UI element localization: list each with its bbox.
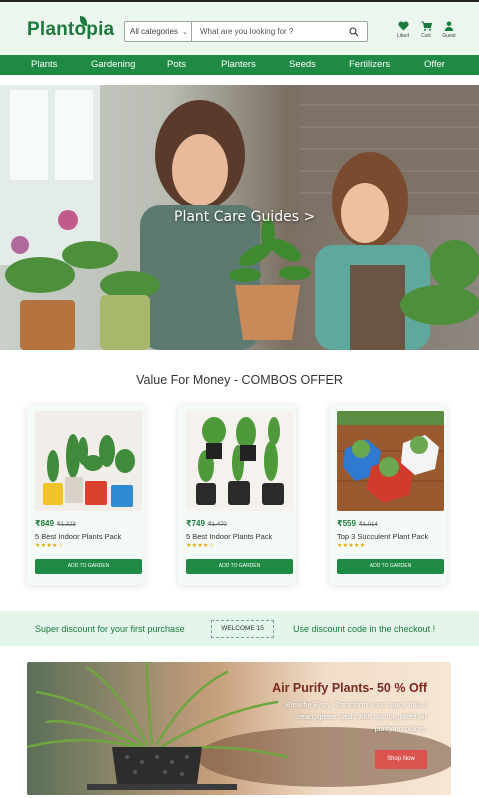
nav-offer[interactable]: Offer [424, 59, 445, 70]
product-card[interactable]: ₹849 ₹1,223 5 Best Indoor Plants Pack ★★★… [27, 405, 145, 585]
add-to-garden-button[interactable]: ADD TO GARDEN [186, 559, 293, 574]
account-button[interactable]: Guest [442, 21, 456, 39]
product-image[interactable] [186, 411, 293, 511]
product-card[interactable]: ₹749 ₹1,470 5 Best Indoor Plants Pack ★★★… [178, 405, 296, 585]
cart-icon [421, 21, 432, 31]
logo[interactable]: Plantopia [27, 16, 114, 41]
nav-plants[interactable]: Plants [31, 59, 57, 70]
section-title: Value For Money - COMBOS OFFER [136, 373, 343, 387]
guest-label: Guest [442, 33, 456, 39]
nav-gardening[interactable]: Gardening [91, 59, 135, 70]
product-card[interactable]: ₹559 ₹1,014 Top 3 Succulent Plant Pack ★★… [329, 405, 447, 585]
old-price: ₹1,014 [358, 522, 378, 528]
nav-fertilizers[interactable]: Fertilizers [349, 59, 390, 70]
rating-stars: ★★★★☆ [35, 543, 64, 549]
product-photo [35, 411, 142, 511]
add-to-garden-button[interactable]: ADD TO GARDEN [337, 559, 444, 574]
rating-stars: ★★★★☆ [186, 543, 215, 549]
old-price: ₹1,223 [56, 522, 76, 528]
product-image[interactable] [35, 411, 142, 511]
product-name[interactable]: 5 Best Indoor Plants Pack [186, 532, 272, 541]
cart-button[interactable]: Cart [419, 21, 433, 39]
nav-pots[interactable]: Pots [167, 59, 186, 70]
cart-label: Cart [421, 33, 431, 39]
nav-seeds[interactable]: Seeds [289, 59, 316, 70]
discount-code[interactable]: WELCOME 15 [211, 620, 274, 638]
product-price: ₹849 ₹1,223 [35, 519, 76, 528]
shop-now-button[interactable]: Shop Now [375, 750, 427, 769]
hero-banner[interactable]: Plant Care Guides > [0, 85, 479, 350]
promo-title: Air Purify Plants- 50 % Off [272, 681, 427, 695]
user-icon [444, 21, 454, 31]
chevron-down-icon: ⌄ [182, 28, 188, 36]
discount-instruction: Use discount code in the checkout ! [293, 624, 436, 634]
product-price: ₹559 ₹1,014 [337, 519, 378, 528]
product-name[interactable]: Top 3 Succulent Plant Pack [337, 532, 428, 541]
header-actions: Liked Cart Guest [396, 21, 456, 39]
search-input[interactable]: What are you looking for ? [192, 27, 341, 36]
promo-description: Breathe Easy. Transform your space into … [285, 700, 427, 733]
promo-banner[interactable]: Air Purify Plants- 50 % Off Breathe Easy… [27, 662, 451, 795]
nav-planters[interactable]: Planters [221, 59, 256, 70]
product-name[interactable]: 5 Best Indoor Plants Pack [35, 532, 121, 541]
discount-text: Super discount for your first purchase [35, 624, 185, 634]
site-header: Plantopia All categories ⌄ What are you … [0, 0, 479, 55]
discount-banner: Super discount for your first purchase W… [0, 611, 479, 646]
liked-label: Liked [397, 33, 409, 39]
search-bar: All categories ⌄ What are you looking fo… [124, 21, 368, 42]
liked-button[interactable]: Liked [396, 21, 410, 39]
rating-stars: ★★★★★ [337, 543, 366, 549]
product-photo [337, 411, 444, 511]
category-label: All categories [130, 27, 179, 36]
add-to-garden-button[interactable]: ADD TO GARDEN [35, 559, 142, 574]
product-price: ₹749 ₹1,470 [186, 519, 227, 528]
old-price: ₹1,470 [207, 522, 227, 528]
search-icon[interactable] [341, 22, 367, 41]
hero-title[interactable]: Plant Care Guides > [174, 209, 315, 225]
product-image[interactable] [337, 411, 444, 511]
product-photo [186, 411, 293, 511]
heart-icon [397, 21, 409, 31]
category-select[interactable]: All categories ⌄ [125, 22, 192, 41]
main-nav: Plants Gardening Pots Planters Seeds Fer… [0, 55, 479, 75]
